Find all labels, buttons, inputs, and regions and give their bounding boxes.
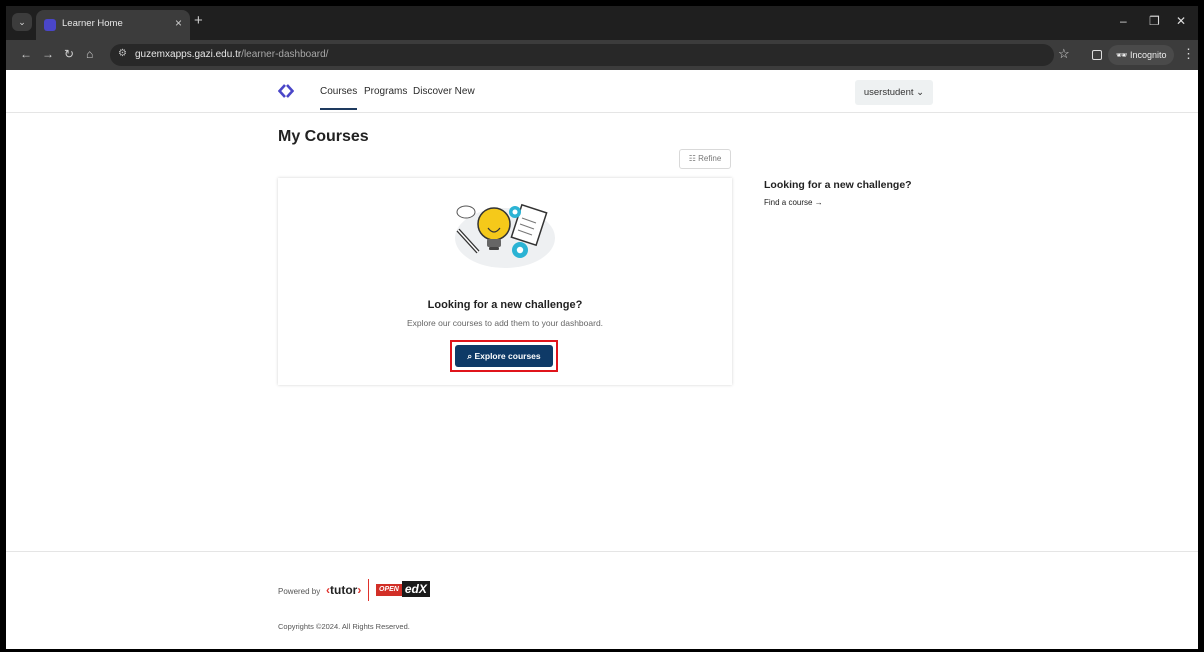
menu-kebab-icon[interactable]: ⋮	[1182, 46, 1195, 62]
tab-title: Learner Home	[62, 18, 123, 29]
back-icon[interactable]: ←	[20, 47, 32, 61]
find-course-label: Find a course	[764, 198, 813, 207]
restore-button[interactable]: ❐	[1149, 14, 1160, 28]
refine-label: Refine	[698, 154, 722, 163]
openedx-logo-icon[interactable]	[278, 82, 294, 100]
tab-close-icon[interactable]: ×	[175, 16, 182, 30]
openedx-logo[interactable]: OPEN edX	[376, 581, 430, 599]
explore-courses-button[interactable]: ⌕ Explore courses	[455, 345, 553, 367]
empty-card-subtitle: Explore our courses to add them to your …	[406, 318, 604, 328]
url-path: /learner-dashboard/	[241, 49, 329, 60]
chevron-down-icon: ⌄	[916, 87, 925, 98]
powered-by-text: Powered by	[278, 587, 321, 596]
forward-icon[interactable]: →	[42, 47, 54, 61]
find-course-link[interactable]: Find a course →	[764, 198, 823, 207]
reload-icon[interactable]: ↻	[64, 47, 74, 61]
tutor-logo[interactable]: ‹tutor›	[326, 583, 361, 597]
bookmark-star-icon[interactable]: ☆	[1058, 46, 1070, 62]
incognito-label: Incognito	[1129, 50, 1167, 60]
tutor-logo-text: tutor	[330, 583, 358, 597]
sidebar-title: Looking for a new challenge?	[764, 179, 912, 191]
close-window-button[interactable]: ✕	[1176, 14, 1186, 28]
favicon-icon	[44, 19, 56, 31]
tab-learner-home[interactable]: Learner Home ×	[36, 10, 190, 40]
browser-window: ⌄ Learner Home × + – ❐ ✕ ← → ↻ ⌂ ⚙ guzem…	[6, 6, 1198, 649]
user-menu-button[interactable]: userstudent ⌄	[855, 80, 933, 105]
site-info-icon[interactable]: ⚙	[118, 48, 127, 59]
address-toolbar: ← → ↻ ⌂ ⚙ guzemxapps.gazi.edu.tr/learner…	[6, 40, 1198, 70]
tab-search-button[interactable]: ⌄	[12, 13, 32, 31]
url-input[interactable]: ⚙ guzemxapps.gazi.edu.tr/learner-dashboa…	[110, 44, 1054, 66]
home-icon[interactable]: ⌂	[86, 47, 93, 61]
explore-courses-label: Explore courses	[474, 351, 541, 361]
nav-discover-new[interactable]: Discover New	[413, 86, 475, 97]
minimize-button[interactable]: –	[1120, 14, 1127, 28]
side-panel-icon[interactable]	[1092, 50, 1102, 60]
arrow-right-icon: →	[814, 198, 823, 207]
empty-card-title: Looking for a new challenge?	[427, 299, 583, 311]
footer: Powered by ‹tutor› OPEN edX Copyrights ©2…	[6, 551, 1198, 649]
idea-illustration	[455, 203, 555, 268]
url-host: guzemxapps.gazi.edu.tr	[135, 49, 242, 60]
copyright-text: Copyrights ©2024. All Rights Reserved.	[278, 622, 410, 631]
openedx-edx-text: edX	[401, 581, 430, 597]
openedx-open-text: OPEN	[376, 584, 402, 596]
tab-bar: ⌄ Learner Home × + – ❐ ✕	[6, 6, 1198, 40]
user-name: userstudent	[863, 87, 914, 98]
url-text: guzemxapps.gazi.edu.tr/learner-dashboard…	[135, 49, 328, 60]
filter-icon: ☷	[688, 154, 699, 163]
highlight-box: ⌕ Explore courses	[450, 340, 558, 372]
refine-button[interactable]: ☷ Refine	[679, 149, 731, 169]
new-tab-button[interactable]: +	[194, 12, 203, 29]
site-header: Courses Programs Discover New userstuden…	[6, 70, 1198, 113]
empty-courses-card: Looking for a new challenge? Explore our…	[278, 178, 732, 385]
page-title: My Courses	[278, 128, 369, 145]
incognito-badge[interactable]: 🕶 Incognito	[1108, 45, 1175, 65]
footer-divider	[368, 579, 369, 601]
nav-courses[interactable]: Courses	[320, 86, 358, 110]
nav-programs[interactable]: Programs	[364, 86, 407, 97]
